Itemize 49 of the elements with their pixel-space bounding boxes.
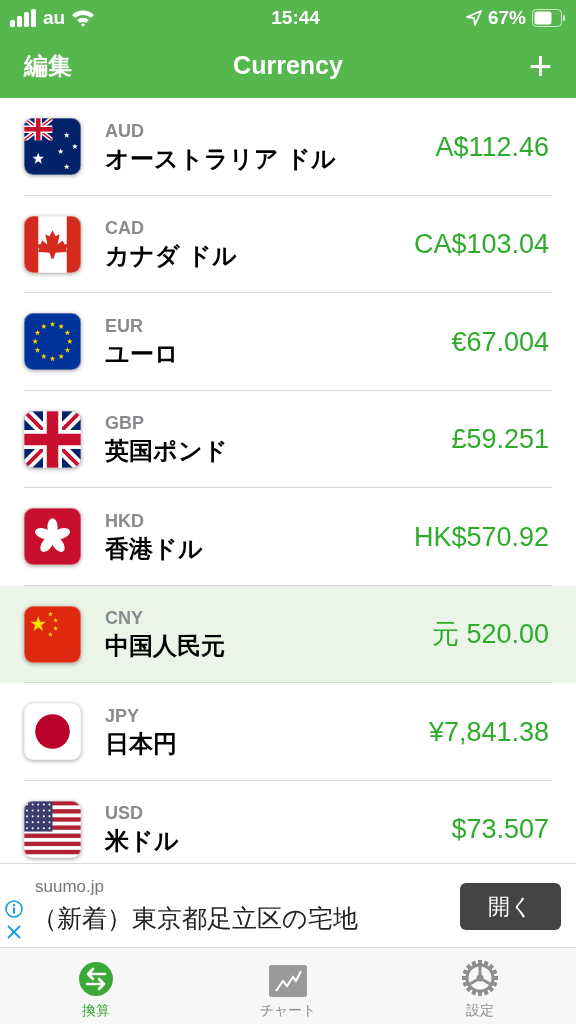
currency-amount: CA$103.04 [413,228,549,261]
chart-icon [269,965,307,997]
currency-code: EUR [105,314,143,337]
china-flag-icon [24,605,81,663]
location-arrow-icon [465,10,482,26]
currency-amount: £59.251 [451,423,549,456]
currency-code: CAD [105,217,144,240]
carrier-label: au [43,5,66,30]
battery-percent: 67% [487,5,526,30]
status-time: 15:44 [271,5,320,30]
signal-icon [10,9,37,27]
info-icon[interactable] [5,899,23,918]
currency-name: 香港ドル [105,533,203,564]
us-flag-icon [24,800,81,858]
japan-flag-icon [24,703,81,761]
currency-amount: ¥7,841.38 [428,715,549,749]
currency-code: USD [105,802,143,825]
currency-name: 米ドル [105,826,179,857]
wifi-icon [71,9,96,27]
eu-flag-icon [24,313,81,371]
currency-name: オーストラリア ドル [105,143,336,174]
currency-amount: A$112.46 [435,130,549,164]
currency-amount: €67.004 [451,325,549,359]
ad-headline[interactable]: （新着）東京都足立区の宅地 [32,899,460,937]
gear-icon [461,959,499,997]
battery-icon [532,9,566,27]
currency-code: AUD [105,119,144,142]
currency-name: 英国ポンド [105,436,228,467]
close-icon[interactable] [6,923,22,940]
hong-kong-flag-icon [24,508,81,566]
currency-row[interactable]: CNY 中国人民元 元 520.00 [0,585,576,683]
currency-code: HKD [105,509,144,532]
nav-title: Currency [233,50,343,82]
currency-code: JPY [105,704,140,727]
union-jack-flag-icon [24,410,81,468]
ad-domain: suumo.jp [35,876,105,898]
swap-arrows-icon [78,961,114,997]
currency-amount: $73.507 [451,813,549,846]
currency-name: 日本円 [105,728,177,759]
open-button[interactable]: 開く [460,883,561,930]
currency-amount: HK$570.92 [413,520,549,554]
currency-name: ユーロ [105,338,179,369]
currency-code: CNY [105,607,143,630]
currency-name: カナダ ドル [105,241,237,272]
currency-name: 中国人民元 [105,631,225,662]
currency-amount: 元 520.00 [431,618,549,651]
canada-flag-icon [24,215,81,273]
australia-flag-icon [24,118,81,176]
currency-code: GBP [105,412,144,435]
